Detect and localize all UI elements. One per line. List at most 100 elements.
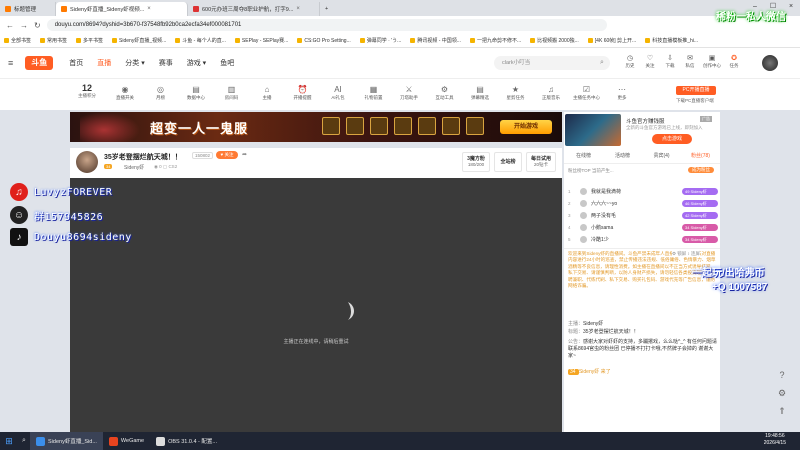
promo-card[interactable]: 斗鱼官方赚钱服 全新的斗鱼官方游戏已上线，即刻加入 广告 点击游戏 bbox=[564, 112, 720, 148]
close-tab-icon[interactable]: × bbox=[296, 6, 300, 12]
browser-tab[interactable]: 标题管理 bbox=[0, 2, 56, 16]
game-ad-banner[interactable]: 超变一人一鬼服 开始游戏 bbox=[70, 112, 562, 142]
help-icon[interactable]: ? bbox=[770, 370, 794, 388]
share-icon[interactable]: ➦ bbox=[242, 151, 247, 158]
fan-rank-box[interactable]: 3魔方粉 180/200 bbox=[462, 152, 490, 172]
level-badge: 34 bbox=[104, 164, 113, 169]
tab-activity-rank[interactable]: 活动榜 bbox=[603, 152, 642, 163]
bookmark-item[interactable]: 科技直播模板推_hi... bbox=[645, 37, 698, 44]
taskbar-search-icon[interactable]: ⌕ bbox=[18, 437, 30, 445]
anchor-tool-item[interactable]: ⌂ 主播 bbox=[252, 84, 282, 101]
anchor-tool-item[interactable]: ◎ 月榜 bbox=[146, 84, 176, 101]
start-game-button[interactable]: 开始游戏 bbox=[500, 120, 552, 134]
nav-home[interactable]: 首页 bbox=[69, 58, 83, 68]
tab-vip[interactable]: 贵宾(4) bbox=[642, 152, 681, 163]
taskbar-app[interactable]: Sideny虾直播_Sid... bbox=[30, 432, 103, 450]
bookmark-item[interactable]: SEPlay - SEPlay赛... bbox=[234, 37, 288, 44]
nav-live[interactable]: 直播 bbox=[97, 58, 111, 68]
pc-broadcast-button[interactable]: PC开播直播 bbox=[676, 86, 716, 95]
fan-rank-row[interactable]: 4 小鹅sama 34 Sideny虾 bbox=[568, 222, 718, 232]
nav-events[interactable]: 赛事 bbox=[159, 58, 173, 68]
anchor-tool-item[interactable]: ▤ 数据中心 bbox=[181, 84, 211, 101]
anchor-score[interactable]: 12 主播积分 bbox=[72, 83, 102, 99]
close-tab-icon[interactable]: × bbox=[147, 6, 151, 12]
forward-icon[interactable]: → bbox=[20, 21, 28, 30]
bookmark-item[interactable]: [4K 60帧] 剪上开... bbox=[587, 37, 636, 44]
new-tab-button[interactable]: + bbox=[320, 2, 333, 16]
history-button[interactable]: ◷ 历史 bbox=[622, 54, 638, 69]
download-client-link[interactable]: 下载PC直播客户端 bbox=[676, 98, 720, 104]
taskbar-app[interactable]: WeGame bbox=[103, 432, 150, 450]
anchor-tool-item[interactable]: ▤ 弹幕精选 bbox=[465, 84, 495, 101]
app-icon bbox=[36, 436, 45, 446]
bookmark-item[interactable]: Sideny虾直播_视频... bbox=[112, 37, 166, 44]
bookmark-item[interactable]: CS:GO Pro Setting... bbox=[297, 38, 351, 44]
nav-games[interactable]: 游戏 ▾ bbox=[187, 58, 206, 68]
bookmark-item[interactable]: 腾讯视频 - 中国领... bbox=[410, 37, 461, 44]
search-icon[interactable]: ⌕ bbox=[600, 59, 604, 67]
anchor-tool-item[interactable]: ◉ 直播开关 bbox=[110, 84, 140, 101]
anchor-tool-item[interactable]: ▥ 房间码 bbox=[217, 84, 247, 101]
creator-center-button[interactable]: ▣ 创作中心 bbox=[700, 54, 724, 69]
anchor-avatar[interactable] bbox=[76, 151, 98, 173]
back-icon[interactable]: ← bbox=[6, 21, 14, 30]
follow-button[interactable]: ♡ 关注 bbox=[642, 54, 658, 69]
promo-image bbox=[565, 114, 621, 146]
tool-icon: ◉ bbox=[121, 85, 129, 94]
windows-start-icon[interactable]: ⊞ bbox=[0, 436, 18, 447]
chat-item: 主播：Sideny虾 bbox=[568, 321, 604, 327]
bookmark-item[interactable]: 弹幕同学 · 'う... bbox=[359, 37, 401, 44]
video-player[interactable]: 主播正在连线中，请稍后重试 bbox=[70, 178, 562, 432]
bookmark-icon bbox=[234, 38, 240, 43]
fan-rank-row[interactable]: 1 我就是我滴荷 49 Sideny虾 bbox=[568, 186, 718, 196]
browser-tab[interactable]: 600元办班三周夺8职业护航，打字9... × bbox=[188, 2, 320, 16]
tab-online-rank[interactable]: 在线榜 bbox=[564, 152, 603, 163]
anchor-tool-item[interactable]: ⚙ 互动工具 bbox=[430, 84, 460, 101]
nav-fishbar[interactable]: 鱼吧 bbox=[220, 58, 234, 68]
user-avatar[interactable] bbox=[762, 55, 778, 71]
back-to-top-icon[interactable]: ⇑ bbox=[770, 406, 794, 424]
fan-rank-header: 粉丝榜TOP 当前产生... 成为粉丝 bbox=[568, 167, 716, 174]
menu-icon[interactable]: ≡ bbox=[8, 58, 13, 68]
nav-category[interactable]: 分类 ▾ bbox=[125, 58, 144, 68]
promo-title: 斗鱼官方赚钱服 bbox=[626, 119, 665, 125]
tab-fans[interactable]: 粉丝(78) bbox=[681, 152, 720, 163]
anchor-tool-item[interactable]: ☑ 主播任务中心 bbox=[572, 84, 602, 101]
task-button[interactable]: ✪ 任务 bbox=[726, 54, 742, 69]
browser-tab-active[interactable]: Sideny虾直播_Sideny虾视频... × bbox=[56, 2, 188, 16]
download-button[interactable]: ⇩ 下载 bbox=[662, 54, 678, 69]
bookmark-item[interactable]: 比视频搬 2000独... bbox=[530, 37, 579, 44]
url-field[interactable]: douyu.com/8694?dyshid=3b670-f37548fb92b0… bbox=[46, 19, 607, 31]
chat-options[interactable]: ⚙ 锁屏 ↕ 连屏 bbox=[672, 251, 701, 257]
bookmark-item[interactable]: 多平书签 bbox=[76, 37, 103, 44]
settings-icon[interactable]: ⚙ bbox=[770, 388, 794, 406]
anchor-toolbar: 12 主播积分 ◉ 直播开关 ◎ 月榜 ▤ 数据中心 ▥ 房间码 ⌂ 主播 ⏰ 开播提醒 AI AI礼包 ▦ 礼… bbox=[0, 78, 800, 110]
bookmark-item[interactable]: 一把九命剪不修不... bbox=[469, 37, 521, 44]
anchor-tool-item[interactable]: ▦ 礼物前置 bbox=[359, 84, 389, 101]
system-clock[interactable]: 19:48:56 2026/4/15 bbox=[764, 433, 786, 447]
fan-rank-row[interactable]: 5 冷酷1少 34 Sideny虾 bbox=[568, 234, 718, 244]
douyu-logo[interactable]: 斗鱼 bbox=[25, 56, 54, 70]
room-category[interactable]: ◉ 0 ▢ CS2 bbox=[154, 164, 177, 170]
search-input[interactable]: clark小叮当 bbox=[494, 56, 610, 70]
anchor-tool-item[interactable]: ⚔ 刀塔助手 bbox=[394, 84, 424, 101]
follow-anchor-button[interactable]: ♥ 关注 bbox=[216, 151, 238, 159]
bookmark-item[interactable]: 斗鱼 - 每个人的直... bbox=[175, 37, 226, 44]
promo-play-button[interactable]: 点击游戏 bbox=[652, 134, 692, 144]
anchor-tool-item[interactable]: ♫ 正版音乐 bbox=[536, 84, 566, 101]
become-fan-button[interactable]: 成为粉丝 bbox=[688, 167, 714, 173]
anchor-tool-item[interactable]: ⋯ 更多 bbox=[607, 84, 637, 101]
daily-trial-box[interactable]: 每日试用 20钻卡 bbox=[526, 152, 556, 172]
bookmark-item[interactable]: 常用书签 bbox=[40, 37, 67, 44]
fan-rank-row[interactable]: 2 六六六~~yo 46 Sideny虾 bbox=[568, 198, 718, 208]
anchor-tool-item[interactable]: ⏰ 开播提醒 bbox=[288, 84, 318, 101]
anchor-tool-item[interactable]: ★ 星剪任务 bbox=[501, 84, 531, 101]
taskbar-app[interactable]: OBS 31.0.4 - 配置... bbox=[150, 432, 223, 450]
reload-icon[interactable]: ↻ bbox=[34, 21, 41, 30]
fan-rank-row[interactable]: 3 两子没有毛 42 Sideny虾 bbox=[568, 210, 718, 220]
bookmark-item[interactable]: 全部书签 bbox=[4, 37, 31, 44]
anchor-name[interactable]: Sideny虾 bbox=[124, 164, 144, 171]
message-button[interactable]: ✉ 私信 bbox=[682, 54, 698, 69]
anchor-tool-item[interactable]: AI AI礼包 bbox=[323, 84, 353, 101]
site-rank-box[interactable]: 全站榜 bbox=[494, 152, 522, 172]
